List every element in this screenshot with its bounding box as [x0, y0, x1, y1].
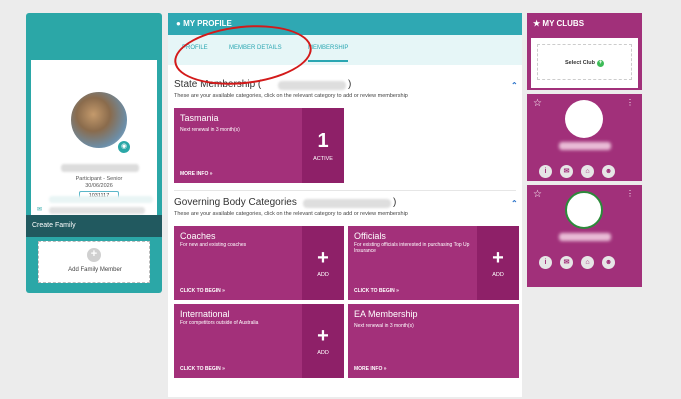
active-label: ACTIVE [313, 156, 333, 162]
card-title: EA Membership [354, 309, 418, 319]
plus-icon: + [492, 247, 504, 269]
kebab-menu-icon[interactable]: ⋮ [626, 98, 634, 107]
card-side-panel: + ADD [302, 304, 344, 378]
select-club-label: Select Club [565, 60, 595, 66]
redacted-name [61, 164, 139, 172]
club-actions: i ✉ ⌂ ☻ [539, 160, 623, 178]
card-title: International [180, 309, 230, 319]
create-family-header: Create Family [26, 215, 162, 237]
click-to-begin-link[interactable]: CLICK TO BEGIN » [180, 288, 225, 294]
club-card[interactable]: ☆ ⋮ i ✉ ⌂ ☻ [527, 181, 642, 271]
club-actions: i ✉ ⌂ ☻ [539, 251, 623, 269]
clubs-sidebar: ★ MY CLUBS Select Club + ☆ ⋮ i ✉ ⌂ ☻ ☆ ⋮ i ✉ ⌂… [527, 13, 642, 287]
location-icon: ◉ [37, 196, 43, 202]
card-side-panel: + ADD [477, 226, 519, 300]
add-family-member-button[interactable]: + Add Family Member [38, 241, 150, 283]
email-icon: ✉ [37, 207, 43, 213]
star-outline-icon[interactable]: ☆ [533, 189, 542, 200]
officials-card[interactable]: Officials For existing officials interes… [348, 226, 519, 300]
home-icon[interactable]: ⌂ [581, 256, 594, 269]
governing-body-subtitle: These are your available categories, cli… [174, 211, 408, 217]
redacted-club-name [559, 233, 611, 241]
click-to-begin-link[interactable]: CLICK TO BEGIN » [354, 288, 399, 294]
card-desc: Next renewal in 3 month(s) [354, 323, 414, 329]
card-title: Tasmania [180, 113, 219, 123]
members-icon[interactable]: ☻ [602, 256, 615, 269]
ea-membership-card[interactable]: EA Membership Next renewal in 3 month(s)… [348, 304, 519, 378]
governing-body-title: Governing Body Categories [174, 197, 297, 208]
section-divider [174, 190, 516, 191]
add-label: ADD [492, 272, 504, 278]
more-info-link[interactable]: MORE INFO » [354, 366, 387, 372]
info-icon[interactable]: i [539, 165, 552, 178]
card-side-panel: + ADD [302, 226, 344, 300]
coaches-card[interactable]: Coaches For new and existing coaches CLI… [174, 226, 344, 300]
clubs-header: ★ MY CLUBS [527, 13, 642, 35]
home-icon[interactable]: ⌂ [581, 165, 594, 178]
card-title: Officials [354, 231, 386, 241]
chevron-up-icon[interactable]: ⌃ [511, 199, 518, 208]
equestrian-logo [565, 191, 603, 229]
add-label: ADD [317, 350, 329, 356]
club-card[interactable]: ☆ ⋮ i ✉ ⌂ ☻ [527, 90, 642, 180]
governing-title-close: ) [393, 197, 397, 208]
redacted-email [49, 207, 145, 214]
redacted-governing [303, 199, 391, 208]
add-family-member-label: Add Family Member [68, 267, 122, 273]
international-card[interactable]: International For competitors outside of… [174, 304, 344, 378]
card-desc: Next renewal in 3 month(s) [180, 127, 240, 133]
kebab-menu-icon[interactable]: ⋮ [626, 189, 634, 198]
mail-icon[interactable]: ✉ [560, 165, 573, 178]
plus-icon: + [317, 247, 329, 269]
plus-icon: + [596, 60, 604, 67]
user-icon: ● [176, 19, 181, 28]
more-info-link[interactable]: MORE INFO » [180, 171, 213, 177]
camera-icon[interactable]: ◉ [117, 140, 131, 154]
card-desc: For competitors outside of Australia [180, 320, 259, 326]
profile-sidebar: ◉ Participant - Senior 30/06/2026 103111… [26, 13, 162, 293]
card-title: Coaches [180, 231, 216, 241]
plus-icon: + [317, 325, 329, 347]
click-to-begin-link[interactable]: CLICK TO BEGIN » [180, 366, 225, 372]
plus-icon: + [87, 248, 101, 262]
state-membership-subtitle: These are your available categories, cli… [174, 93, 408, 99]
chevron-up-icon[interactable]: ⌃ [511, 81, 518, 90]
redacted-address [49, 196, 153, 203]
tasmania-card[interactable]: Tasmania Next renewal in 3 month(s) MORE… [174, 108, 344, 183]
redacted-club-name [559, 142, 611, 150]
state-title-close: ) [348, 79, 352, 90]
club-logo [565, 100, 603, 138]
info-icon[interactable]: i [539, 256, 552, 269]
membership-date: 30/06/2026 [85, 183, 113, 189]
card-desc: For existing officials interested in pur… [354, 242, 470, 254]
member-role: Participant - Senior [75, 176, 123, 182]
card-desc: For new and existing coaches [180, 242, 247, 248]
star-outline-icon[interactable]: ☆ [533, 98, 542, 109]
page-title: MY PROFILE [183, 19, 232, 28]
tab-membership[interactable]: MEMBERSHIP [308, 45, 349, 62]
mail-icon[interactable]: ✉ [560, 256, 573, 269]
clubs-title: MY CLUBS [542, 19, 585, 28]
members-icon[interactable]: ☻ [602, 165, 615, 178]
redacted-state [278, 81, 346, 90]
star-icon: ★ [533, 19, 541, 28]
add-label: ADD [317, 272, 329, 278]
select-club-button[interactable]: Select Club + [537, 44, 632, 80]
active-count: 1 [317, 130, 329, 152]
card-side-panel: 1 ACTIVE [302, 108, 344, 183]
select-club-panel: Select Club + [531, 38, 638, 88]
